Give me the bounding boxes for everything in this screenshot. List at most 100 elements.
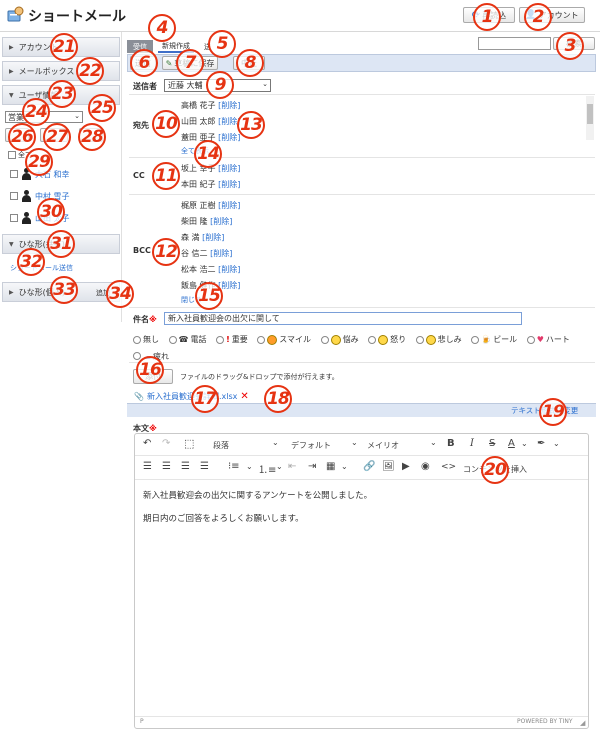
delete-link[interactable]: [削除] [210, 249, 232, 258]
radio-icon[interactable] [471, 335, 480, 344]
redo-icon[interactable]: ↷ [162, 438, 170, 449]
badge-23: 23 [48, 80, 76, 108]
font-family-dropdown[interactable]: メイリオ [367, 440, 399, 451]
image-icon[interactable]: 🖼 [382, 461, 395, 472]
font-size-dropdown[interactable]: デフォルト [291, 440, 331, 451]
delete-link[interactable]: [削除] [218, 265, 240, 274]
icon-option-worry[interactable]: 悩み [320, 332, 359, 347]
subject-input[interactable]: 新入社員歓迎会の出欠に関して [164, 312, 522, 325]
italic-icon[interactable]: I [470, 438, 474, 449]
delete-link[interactable]: [削除] [210, 217, 232, 226]
badge-30: 30 [37, 198, 65, 226]
chevron-down-icon: ⌄ [246, 462, 253, 471]
remove-attachment-icon[interactable]: ✕ [240, 391, 248, 402]
radio-icon[interactable] [257, 335, 266, 344]
icon-option-sad[interactable]: 悲しみ [415, 332, 462, 347]
app-logo-icon [7, 5, 25, 23]
search-input[interactable] [478, 37, 551, 50]
radio-icon[interactable] [320, 335, 329, 344]
editor [134, 433, 589, 729]
badge-28: 28 [78, 123, 106, 151]
badge-13: 13 [237, 111, 265, 139]
editor-content[interactable]: 新入社員歓迎会の出欠に関するアンケートを公開しました。 期日内のご回答をよろしく… [143, 490, 573, 525]
outdent-icon[interactable]: ⇤ [288, 461, 296, 472]
radio-icon[interactable] [415, 335, 424, 344]
delete-link[interactable]: [削除] [202, 233, 224, 242]
recipient-bcc: 谷 信二 [削除] [181, 249, 233, 258]
user-avatar-icon [21, 212, 32, 224]
badge-17: 17 [191, 385, 219, 413]
user-checkbox[interactable] [10, 170, 18, 178]
indent-icon[interactable]: ⇥ [308, 461, 316, 472]
to-scrollbar[interactable] [586, 96, 594, 140]
heart-icon: ♥ [536, 335, 544, 344]
badge-16: 16 [136, 356, 164, 384]
bold-icon[interactable]: B [447, 438, 455, 449]
attach-hint: ファイルのドラッグ&ドロップで添付が行えます。 [180, 373, 339, 381]
chevron-down-icon: ⌄ [553, 439, 560, 448]
icon-option-smile[interactable]: スマイル [257, 332, 311, 347]
chevron-down-icon: ⌄ [351, 438, 358, 447]
delete-link[interactable]: [削除] [218, 180, 240, 189]
divider [129, 307, 595, 308]
radio-icon[interactable] [526, 335, 535, 344]
icon-option-phone[interactable]: ☎ 電話 [168, 332, 207, 347]
radio-icon[interactable] [133, 335, 141, 344]
radio-icon[interactable] [168, 335, 177, 344]
select-all-checkbox[interactable] [8, 151, 16, 159]
cc-label: CC [133, 171, 145, 180]
icon-option-heart[interactable]: ♥ ハート [526, 332, 570, 347]
chevron-down-icon: ⌄ [521, 439, 528, 448]
sad-icon [425, 334, 436, 345]
badge-32: 32 [17, 248, 45, 276]
media-icon[interactable]: ▶ [402, 461, 410, 472]
table-icon[interactable]: ▦ [326, 461, 335, 472]
resize-handle-icon[interactable]: ◢ [580, 719, 585, 727]
badge-26: 26 [8, 123, 36, 151]
chevron-down-icon: ⌄ [74, 112, 80, 120]
radio-icon[interactable] [368, 335, 377, 344]
editor-path: P [140, 718, 144, 725]
chevron-down-icon: ⌄ [341, 462, 348, 471]
undo-icon[interactable]: ↶ [143, 438, 151, 449]
bullet-list-icon[interactable]: ⁝≡ [228, 461, 240, 472]
delete-link[interactable]: [削除] [218, 133, 240, 142]
source-code-icon[interactable]: <> [441, 462, 456, 472]
strikethrough-icon[interactable]: S [489, 438, 495, 449]
body-paragraph: 新入社員歓迎会の出欠に関するアンケートを公開しました。 [143, 491, 373, 501]
badge-3: 3 [556, 32, 584, 60]
icon-option-important[interactable]: ! 重要 [216, 332, 248, 347]
delete-link[interactable]: [削除] [218, 201, 240, 210]
text-color-icon[interactable]: A [508, 438, 515, 449]
badge-14: 14 [194, 140, 222, 168]
user-checkbox[interactable] [10, 214, 18, 222]
badge-6: 6 [130, 49, 158, 77]
badge-12: 12 [152, 238, 180, 266]
align-right-icon[interactable]: ☰ [181, 461, 190, 472]
radio-icon[interactable] [216, 335, 225, 344]
link-icon[interactable]: 🔗 [363, 461, 375, 472]
icon-option-angry[interactable]: 怒り [368, 332, 406, 347]
recipient-bcc: 梶原 正樹 [削除] [181, 201, 241, 210]
icon-option-beer[interactable]: 🍺 ビール [471, 332, 517, 347]
block-format-dropdown[interactable]: 段落 [213, 440, 229, 451]
to-label: 宛先 [133, 121, 149, 130]
beer-icon: 🍺 [481, 335, 492, 344]
align-center-icon[interactable]: ☰ [162, 461, 171, 472]
icon-option-none[interactable]: 無し [133, 332, 159, 347]
delete-link[interactable]: [削除] [218, 164, 240, 173]
user-list-item[interactable]: 中村 雪子 [10, 190, 70, 202]
highlight-icon[interactable]: ✒ [537, 438, 545, 449]
preview-icon[interactable]: ◉ [421, 461, 430, 472]
align-justify-icon[interactable]: ☰ [200, 461, 209, 472]
align-left-icon[interactable]: ☰ [143, 461, 152, 472]
powered-by-label: POWERED BY TINY [517, 718, 573, 725]
delete-link[interactable]: [削除] [218, 101, 240, 110]
select-all-icon[interactable]: ⬚ [184, 437, 194, 450]
recipient-to: 山田 太郎 [削除] [181, 117, 241, 126]
user-checkbox[interactable] [10, 192, 18, 200]
badge-33: 33 [50, 276, 78, 304]
body-paragraph: 期日内のご回答をよろしくお願いします。 [143, 514, 304, 524]
numbered-list-icon[interactable]: ⒈≡ [258, 461, 276, 476]
badge-7: 7 [176, 49, 204, 77]
